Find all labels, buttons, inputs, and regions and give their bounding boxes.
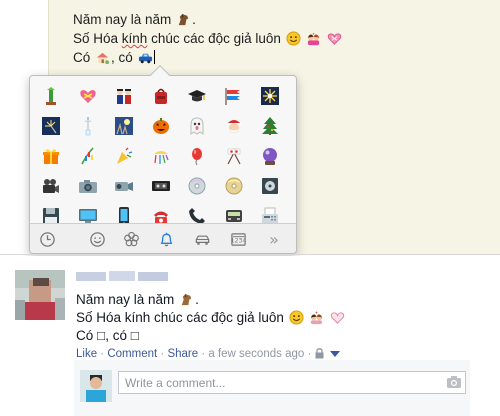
timestamp[interactable]: a few seconds ago	[208, 348, 304, 360]
car-emoji-icon	[138, 53, 152, 64]
story-actions: Like · Comment · Share · a few seconds a…	[76, 348, 340, 360]
camera-icon[interactable]	[446, 375, 462, 389]
balloon-icon[interactable]	[182, 142, 212, 170]
tanabata-tree-icon[interactable]	[73, 142, 103, 170]
sparkler-icon[interactable]	[36, 112, 66, 140]
emoji-picker[interactable]: 1234 »	[29, 65, 297, 254]
lock-icon[interactable]	[315, 348, 324, 359]
santa-icon[interactable]	[219, 112, 249, 140]
heart-ribbon-emoji-icon	[330, 312, 345, 324]
post-body: Năm nay là năm . Số Hóa kính chúc các độ…	[76, 291, 346, 345]
heart-ribbon-icon[interactable]	[73, 82, 103, 110]
post-line-2: Số Hóa kính chúc các độc giả luôn	[76, 309, 346, 327]
emoji-grid	[36, 82, 292, 228]
share-link[interactable]: Share	[167, 348, 198, 360]
house-emoji-icon	[96, 52, 110, 65]
post-line-1: Năm nay là năm .	[76, 292, 199, 307]
jack-o-lantern-icon[interactable]	[146, 112, 176, 140]
crossed-flags-icon[interactable]	[219, 142, 249, 170]
gift-icon[interactable]	[36, 142, 66, 170]
crystal-ball-icon[interactable]	[255, 142, 285, 170]
heart-ribbon-emoji-icon	[327, 33, 342, 45]
section-divider	[0, 254, 500, 255]
dolls-icon[interactable]	[109, 82, 139, 110]
smiley-emoji-icon	[289, 310, 304, 325]
comment-link[interactable]: Comment	[107, 348, 157, 360]
commenter-avatar[interactable]	[80, 370, 112, 402]
emoji-category-bar: 1234 »	[30, 223, 296, 253]
camera-icon[interactable]	[73, 172, 103, 200]
symbols-icon[interactable]: 1234	[227, 229, 249, 249]
fireworks-icon[interactable]	[255, 82, 285, 110]
recent-clock-icon[interactable]	[36, 229, 58, 249]
avatar[interactable]	[15, 270, 65, 320]
flower-icon[interactable]	[120, 229, 142, 249]
video-camera-icon[interactable]	[109, 172, 139, 200]
movie-camera-icon[interactable]	[36, 172, 66, 200]
composer-line-3: Có , có	[73, 48, 343, 67]
horse-emoji-icon	[178, 13, 189, 26]
cd-icon[interactable]	[182, 172, 212, 200]
composer-text[interactable]: Năm nay là năm . Số Hóa kính chúc các độ…	[73, 10, 343, 67]
comment-composer	[74, 360, 470, 416]
missing-glyph-box: □	[97, 328, 106, 343]
privacy-dropdown-icon[interactable]	[329, 351, 340, 357]
dvd-icon[interactable]	[219, 172, 249, 200]
composer-line-2: Số Hóa kính chúc các độc giả luôn	[73, 29, 343, 48]
post-line-3: Có □, có □	[76, 328, 139, 343]
minidisc-icon[interactable]	[255, 172, 285, 200]
composer-line-1: Năm nay là năm .	[73, 12, 196, 27]
vhs-icon[interactable]	[146, 172, 176, 200]
svg-text:1234: 1234	[230, 237, 246, 244]
couple-heart-emoji-icon	[311, 311, 323, 325]
car-icon[interactable]	[191, 229, 213, 249]
feed-story: Năm nay là năm . Số Hóa kính chúc các độ…	[0, 256, 500, 416]
horse-emoji-icon	[181, 293, 192, 306]
party-popper-icon[interactable]	[109, 142, 139, 170]
smiley-icon[interactable]	[86, 229, 108, 249]
graduation-cap-icon[interactable]	[182, 82, 212, 110]
text-caret	[153, 50, 155, 64]
carp-streamer-icon[interactable]	[219, 82, 249, 110]
bell-icon[interactable]	[155, 229, 177, 249]
confetti-ball-icon[interactable]	[146, 142, 176, 170]
school-bag-icon[interactable]	[146, 82, 176, 110]
bamboo-icon[interactable]	[36, 82, 66, 110]
missing-glyph-box: □	[130, 328, 139, 343]
ghost-icon[interactable]	[182, 112, 212, 140]
christmas-tree-icon[interactable]	[255, 112, 285, 140]
comment-input[interactable]	[118, 371, 466, 394]
misspelled-word[interactable]: kính	[122, 31, 148, 46]
couple-heart-emoji-icon	[308, 32, 320, 46]
author-name-blurred[interactable]	[76, 270, 176, 283]
moon-viewing-icon[interactable]	[109, 112, 139, 140]
wind-chime-icon[interactable]	[73, 112, 103, 140]
like-link[interactable]: Like	[76, 348, 97, 360]
more-chevrons-icon[interactable]: »	[263, 229, 285, 249]
smiley-emoji-icon	[286, 31, 301, 46]
